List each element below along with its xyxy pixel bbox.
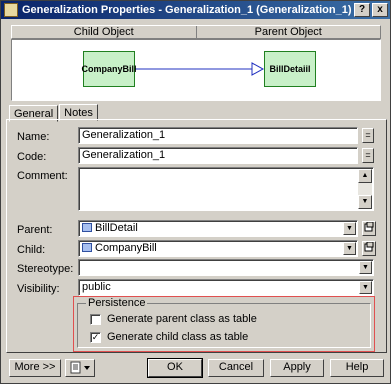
parent-dropdown-icon[interactable]: ▼ [343, 222, 356, 235]
generate-child-label: Generate child class as table [107, 331, 249, 343]
generate-parent-label: Generate parent class as table [107, 313, 257, 325]
child-properties-button[interactable] [362, 241, 376, 256]
class-icon [82, 223, 92, 232]
diagram-preview: CompanyBill BillDetaiil [11, 39, 381, 101]
more-button[interactable]: More >> [9, 359, 61, 377]
properties-window: Generalization Properties - Generalizati… [0, 0, 391, 384]
parent-combo[interactable]: BillDetail ▼ [78, 220, 358, 237]
menu-button[interactable] [65, 359, 95, 377]
code-name-sync-button[interactable]: = [362, 148, 374, 163]
name-input[interactable]: Generalization_1 [78, 127, 358, 144]
properties-icon [364, 221, 374, 232]
scroll-down-icon[interactable]: ▼ [358, 195, 372, 209]
name-label: Name: [17, 131, 50, 143]
visibility-value: public [82, 281, 111, 293]
comment-label: Comment: [17, 170, 68, 182]
generalization-link [135, 62, 265, 76]
code-input[interactable]: Generalization_1 [78, 147, 358, 164]
cancel-button[interactable]: Cancel [208, 359, 264, 377]
parent-label: Parent: [17, 224, 53, 236]
parent-class-node: BillDetaiil [264, 51, 316, 87]
window-icon [4, 3, 18, 17]
generate-child-row[interactable]: ✓ Generate child class as table [90, 331, 248, 343]
name-code-sync-button[interactable]: = [362, 128, 374, 143]
child-label: Child: [17, 244, 46, 256]
code-label: Code: [17, 151, 47, 163]
document-menu-icon [70, 361, 90, 374]
persistence-frame: Persistence Generate parent class as tab… [77, 297, 371, 348]
visibility-label: Visibility: [17, 283, 60, 295]
scroll-up-icon[interactable]: ▲ [358, 169, 372, 183]
child-class-node: CompanyBill [82, 51, 137, 87]
stereotype-combo[interactable]: ▼ [78, 259, 374, 276]
close-button[interactable]: x [372, 3, 388, 17]
child-value: CompanyBill [95, 242, 157, 254]
help-title-button[interactable]: ? [354, 3, 370, 17]
help-button[interactable]: Help [330, 359, 384, 377]
parent-properties-button[interactable] [362, 221, 376, 236]
diagram-header: Child Object Parent Object [11, 25, 381, 39]
persistence-title: Persistence [86, 297, 148, 309]
generate-child-checkbox[interactable]: ✓ [90, 331, 101, 343]
title-bar[interactable]: Generalization Properties - Generalizati… [1, 1, 390, 19]
generate-parent-checkbox[interactable] [90, 313, 101, 325]
child-combo[interactable]: CompanyBill ▼ [78, 240, 358, 257]
comment-scrollbar[interactable]: ▲ ▼ [358, 169, 372, 209]
parent-value: BillDetail [95, 222, 138, 234]
properties-icon [364, 241, 374, 252]
stereotype-label: Stereotype: [17, 263, 74, 275]
child-object-header: Child Object [12, 26, 197, 38]
generate-parent-row[interactable]: Generate parent class as table [90, 313, 257, 325]
apply-button[interactable]: Apply [270, 359, 324, 377]
stereotype-dropdown-icon[interactable]: ▼ [359, 261, 372, 274]
class-icon [82, 243, 92, 252]
child-dropdown-icon[interactable]: ▼ [343, 242, 356, 255]
parent-object-header: Parent Object [254, 26, 322, 38]
window-title: Generalization Properties - Generalizati… [22, 4, 352, 16]
visibility-combo[interactable]: public ▼ [78, 279, 374, 296]
comment-textarea[interactable]: ▲ ▼ [78, 167, 374, 211]
persistence-group: Persistence Generate parent class as tab… [73, 296, 375, 352]
ok-button[interactable]: OK [147, 358, 203, 378]
visibility-dropdown-icon[interactable]: ▼ [359, 281, 372, 294]
